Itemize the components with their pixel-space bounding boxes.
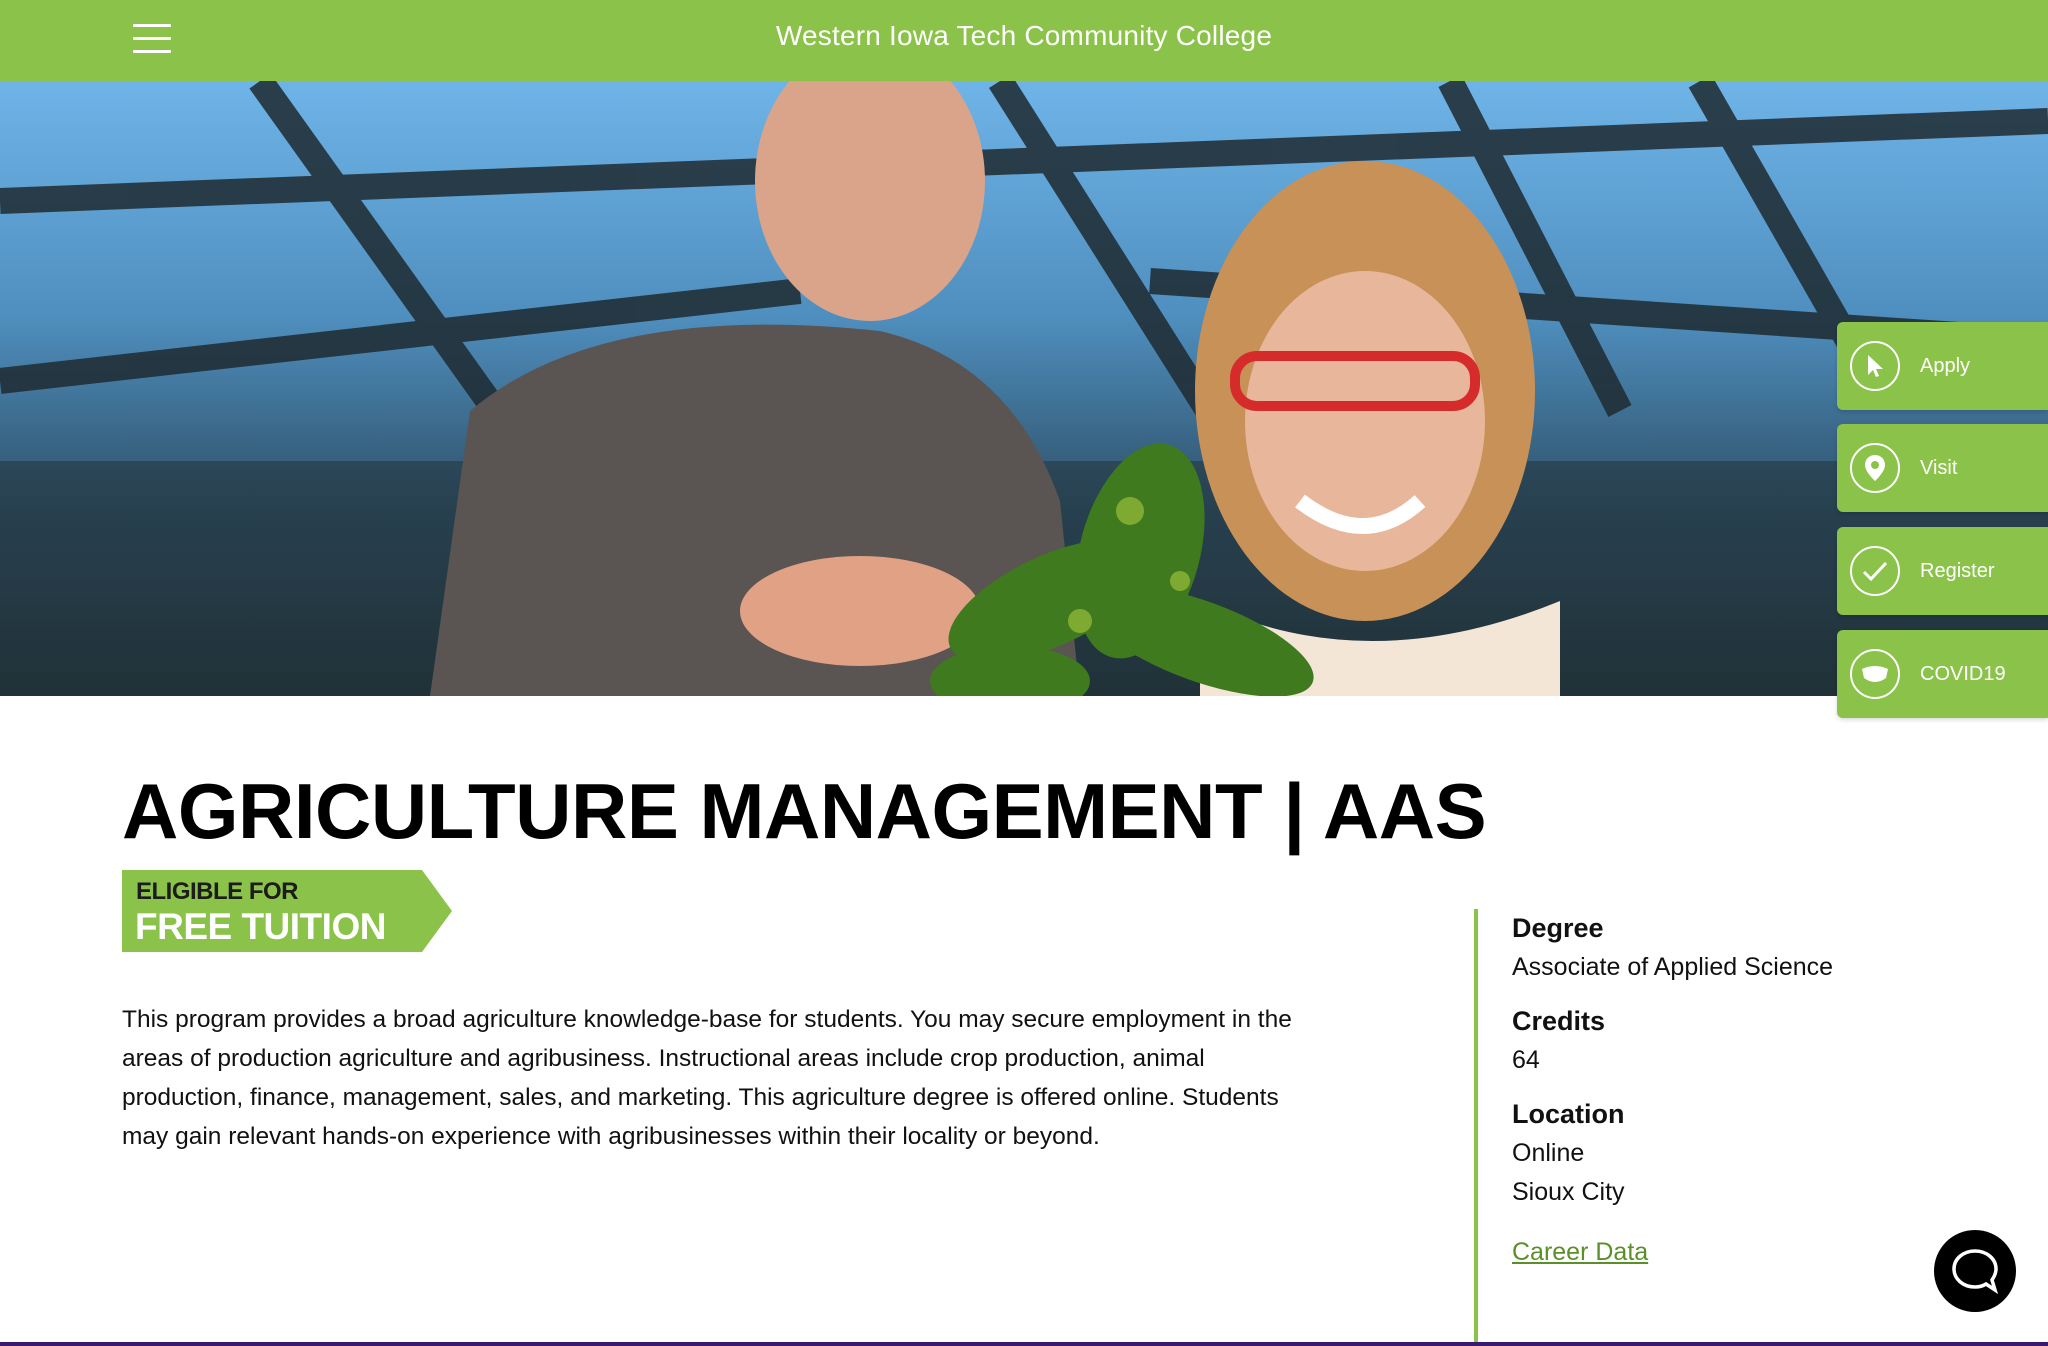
career-data-link[interactable]: Career Data — [1512, 1232, 1648, 1272]
free-tuition-badge: ELIGIBLE FOR FREE TUITION — [122, 870, 452, 952]
location-label: Location — [1512, 1099, 1625, 1129]
degree-block: Degree Associate of Applied Science — [1512, 908, 2012, 987]
chat-bubble-icon — [1952, 1249, 1999, 1295]
covid19-button[interactable]: COVID19 — [1837, 630, 2048, 718]
badge-line2: FREE TUITION — [135, 906, 386, 947]
face-mask-icon — [1850, 649, 1900, 699]
apply-button[interactable]: Apply — [1837, 322, 2048, 410]
map-pin-icon — [1850, 443, 1900, 493]
checkmark-icon — [1850, 546, 1900, 596]
register-button[interactable]: Register — [1837, 527, 2048, 615]
chat-button[interactable] — [1934, 1230, 2016, 1312]
apply-label: Apply — [1920, 354, 1971, 377]
location-online: Online — [1512, 1139, 1585, 1167]
site-header: Western Iowa Tech Community College — [0, 0, 2048, 81]
visit-button[interactable]: Visit — [1837, 424, 2048, 512]
cursor-pointer-icon — [1850, 341, 1900, 391]
degree-label: Degree — [1512, 913, 1604, 943]
location-sioux-city: Sioux City — [1512, 1178, 1625, 1206]
covid19-label: COVID19 — [1920, 662, 2006, 685]
hero-image — [0, 81, 2048, 696]
footer-strip — [0, 1342, 2048, 1346]
credits-label: Credits — [1512, 1006, 1606, 1036]
degree-value: Associate of Applied Science — [1512, 953, 1834, 981]
badge-line1: ELIGIBLE FOR — [136, 878, 299, 905]
sidebar-divider — [1474, 909, 1478, 1346]
page-title: AGRICULTURE MANAGEMENT | AAS — [122, 767, 1487, 855]
program-facts: Degree Associate of Applied Science Cred… — [1512, 908, 2012, 1272]
location-block: Location Online Sioux City — [1512, 1094, 2012, 1212]
program-description: This program provides a broad agricultur… — [122, 1006, 1292, 1150]
visit-label: Visit — [1920, 456, 1958, 479]
site-title[interactable]: Western Iowa Tech Community College — [0, 20, 2048, 52]
credits-block: Credits 64 — [1512, 1001, 2012, 1080]
credits-value: 64 — [1512, 1046, 1540, 1074]
register-label: Register — [1920, 559, 1995, 582]
